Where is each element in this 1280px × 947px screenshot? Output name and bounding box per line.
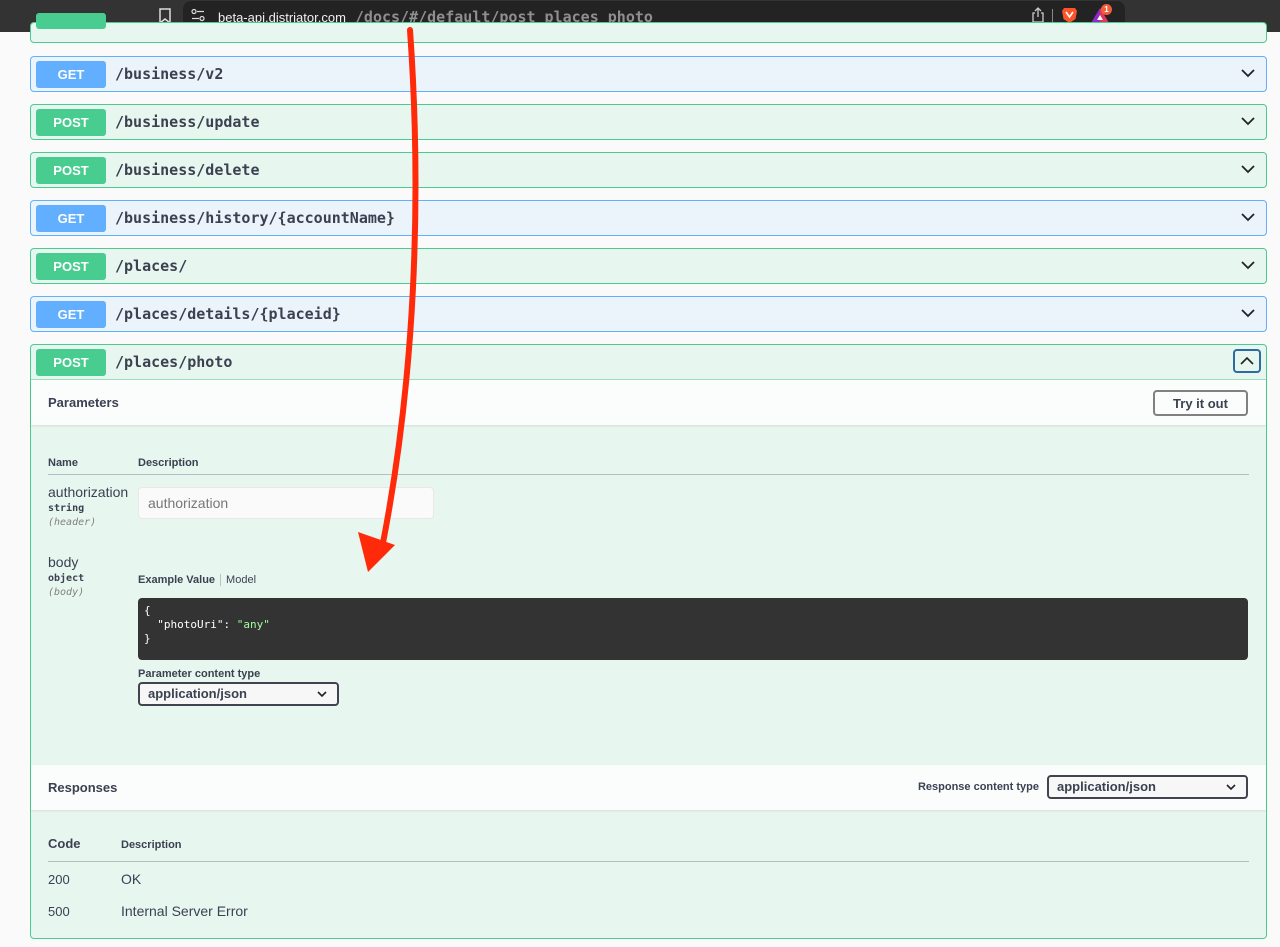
- method-badge: POST: [36, 156, 106, 184]
- responses-title: Responses: [48, 780, 118, 795]
- opblock-post-places-photo: POST /places/photo Parameters Try it out…: [30, 344, 1267, 939]
- parameter-name: body: [48, 554, 79, 570]
- responses-section: Code Description 200 OK 500 Internal Ser…: [31, 810, 1266, 943]
- selected-value: application/json: [1057, 779, 1156, 794]
- column-description: Description: [121, 839, 182, 851]
- code-brace-open: {: [144, 604, 151, 617]
- chevron-down-icon[interactable]: [1240, 210, 1256, 224]
- address-bar-divider: [1052, 9, 1053, 22]
- opblock-summary[interactable]: POST /business/update: [31, 105, 1266, 139]
- parameter-type: object: [48, 573, 85, 584]
- opblock-get-business-v2[interactable]: GET /business/v2: [30, 56, 1267, 92]
- endpoint-path: /places/details/{placeid}: [115, 305, 341, 323]
- chevron-down-icon[interactable]: [1240, 66, 1256, 80]
- opblock-summary[interactable]: GET /business/v2: [31, 57, 1266, 91]
- opblock-summary[interactable]: GET /business/history/{accountName}: [31, 201, 1266, 235]
- chevron-down-icon[interactable]: [1240, 114, 1256, 128]
- chevron-down-icon: [1226, 784, 1236, 791]
- parameters-section: Name Description authorization string (h…: [31, 425, 1266, 765]
- opblock-get-business-history[interactable]: GET /business/history/{accountName}: [30, 200, 1267, 236]
- opblock-summary[interactable]: POST /business/delete: [31, 153, 1266, 187]
- endpoint-path: /business/v2: [115, 65, 224, 83]
- swagger-page: GET /business/v2 POST /business/update P…: [0, 13, 1280, 947]
- chevron-down-icon[interactable]: [1240, 258, 1256, 272]
- column-description: Description: [138, 456, 199, 469]
- opblock-get-places-details[interactable]: GET /places/details/{placeid}: [30, 296, 1267, 332]
- code-brace-close: }: [144, 632, 151, 645]
- method-badge: GET: [36, 300, 106, 328]
- tab-divider: [220, 574, 222, 586]
- endpoint-path: /places/photo: [115, 353, 233, 371]
- endpoint-path: /business/update: [115, 113, 260, 131]
- method-badge: GET: [36, 60, 106, 88]
- parameter-content-type-select[interactable]: application/json: [138, 682, 339, 706]
- parameter-type: string: [48, 503, 85, 514]
- response-description: OK: [121, 871, 142, 887]
- method-badge: POST: [36, 252, 106, 280]
- chevron-down-icon: [317, 691, 327, 698]
- parameters-title: Parameters: [48, 395, 119, 410]
- responses-table-header: Code Description: [48, 810, 1249, 862]
- endpoint-path: /business/history/{accountName}: [115, 209, 395, 227]
- example-value-code: { "photoUri": "any" }: [138, 598, 1248, 660]
- method-badge-partial: [36, 13, 106, 29]
- parameter-location: (header): [48, 517, 97, 528]
- column-name: Name: [48, 456, 78, 469]
- response-row: 200 OK: [48, 863, 1249, 895]
- opblock-summary[interactable]: POST /places/: [31, 249, 1266, 283]
- code-key: "photoUri": [157, 618, 224, 631]
- site-settings-icon[interactable]: [191, 8, 205, 22]
- method-badge: POST: [36, 348, 106, 376]
- responses-header: Responses Response content type applicat…: [31, 765, 1266, 810]
- try-it-out-button[interactable]: Try it out: [1153, 390, 1248, 416]
- method-badge: POST: [36, 108, 106, 136]
- opblock-partial[interactable]: [30, 13, 1267, 43]
- tab-example-value[interactable]: Example Value: [138, 574, 215, 586]
- authorization-input[interactable]: [138, 487, 434, 519]
- parameter-location: (body): [48, 587, 85, 598]
- opblock-post-business-update[interactable]: POST /business/update: [30, 104, 1267, 140]
- response-row: 500 Internal Server Error: [48, 895, 1249, 927]
- chevron-down-icon[interactable]: [1240, 306, 1256, 320]
- parameter-name: authorization: [48, 484, 129, 500]
- response-content-type-label: Response content type: [917, 781, 1039, 793]
- response-code: 200: [48, 871, 70, 887]
- parameters-header: Parameters Try it out: [31, 380, 1266, 425]
- chevron-up-icon: [1240, 356, 1254, 365]
- opblock-post-business-delete[interactable]: POST /business/delete: [30, 152, 1267, 188]
- method-badge: GET: [36, 204, 106, 232]
- endpoint-path: /places/: [115, 257, 188, 275]
- body-tabs: Example Value Model: [138, 574, 256, 586]
- parameter-row-body: body object (body) Example Value Model {…: [48, 554, 1249, 714]
- selected-value: application/json: [148, 686, 247, 701]
- column-code: Code: [48, 836, 81, 851]
- response-description: Internal Server Error: [121, 903, 248, 919]
- parameter-content-type-label: Parameter content type: [138, 668, 261, 680]
- code-value: "any": [236, 618, 270, 631]
- rewards-badge: 1: [1101, 4, 1112, 15]
- opblock-summary[interactable]: GET /places/details/{placeid}: [31, 297, 1266, 331]
- chevron-down-icon[interactable]: [1240, 162, 1256, 176]
- endpoint-path: /business/delete: [115, 161, 260, 179]
- opblock-summary[interactable]: POST /places/photo: [31, 345, 1266, 379]
- parameters-table-header: Name Description: [48, 443, 1249, 475]
- collapse-button[interactable]: [1233, 349, 1261, 373]
- parameter-row-authorization: authorization string (header): [48, 484, 1249, 554]
- response-content-type-select[interactable]: application/json: [1047, 775, 1248, 799]
- opblock-post-places[interactable]: POST /places/: [30, 248, 1267, 284]
- tab-model[interactable]: Model: [226, 574, 256, 586]
- code-colon: :: [223, 618, 237, 631]
- response-code: 500: [48, 903, 70, 919]
- share-icon[interactable]: [1031, 7, 1045, 23]
